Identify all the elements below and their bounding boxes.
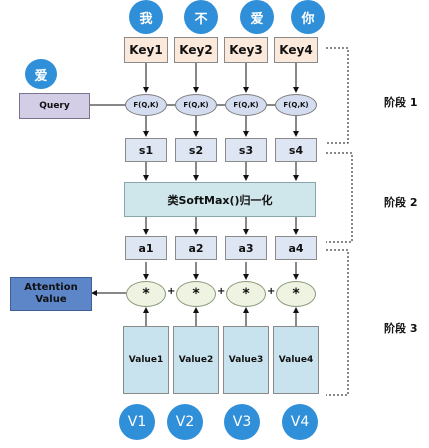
value-box-4: Value4 xyxy=(273,326,319,394)
token-circle-wo: 我 xyxy=(129,0,163,34)
plus-sign-2: + xyxy=(217,286,226,297)
multiply-node-1: * xyxy=(126,281,166,307)
similarity-function-1: F(Q,K) xyxy=(125,94,167,116)
multiply-node-4: * xyxy=(276,281,316,307)
attention-value-line-2: Value xyxy=(35,294,67,305)
similarity-function-2: F(Q,K) xyxy=(175,94,217,116)
value-box-1: Value1 xyxy=(123,326,169,394)
attention-value-box: Attention Value xyxy=(10,277,92,311)
value-token-circle-4: V4 xyxy=(282,404,318,440)
query-token-circle: 爱 xyxy=(25,59,57,89)
key-box-4: Key4 xyxy=(274,37,318,63)
token-circle-ni: 你 xyxy=(291,0,325,34)
query-box: Query xyxy=(19,93,90,119)
multiply-node-2: * xyxy=(176,281,216,307)
softmax-normalization-box: 类SoftMax()归一化 xyxy=(124,182,316,217)
stage-label-2: 阶段 2 xyxy=(384,196,418,209)
score-box-2: s2 xyxy=(175,138,217,162)
plus-sign-1: + xyxy=(167,286,176,297)
attention-value-line-1: Attention xyxy=(24,282,78,293)
value-token-circle-3: V3 xyxy=(224,404,260,440)
score-box-3: s3 xyxy=(225,138,267,162)
value-box-3: Value3 xyxy=(223,326,269,394)
multiply-node-3: * xyxy=(226,281,266,307)
weight-box-4: a4 xyxy=(275,236,317,260)
value-token-circle-1: V1 xyxy=(119,404,155,440)
token-circle-bu: 不 xyxy=(184,0,218,34)
weight-box-3: a3 xyxy=(225,236,267,260)
plus-sign-3: + xyxy=(267,286,276,297)
score-box-1: s1 xyxy=(125,138,167,162)
token-circle-ai: 爱 xyxy=(240,0,274,34)
score-box-4: s4 xyxy=(275,138,317,162)
weight-box-1: a1 xyxy=(125,236,167,260)
similarity-function-4: F(Q,K) xyxy=(275,94,317,116)
similarity-function-3: F(Q,K) xyxy=(225,94,267,116)
value-token-circle-2: V2 xyxy=(167,404,203,440)
stage-label-3: 阶段 3 xyxy=(384,322,418,335)
value-box-2: Value2 xyxy=(173,326,219,394)
weight-box-2: a2 xyxy=(175,236,217,260)
key-box-2: Key2 xyxy=(174,37,218,63)
stage-label-1: 阶段 1 xyxy=(384,96,418,109)
key-box-3: Key3 xyxy=(224,37,268,63)
key-box-1: Key1 xyxy=(124,37,168,63)
